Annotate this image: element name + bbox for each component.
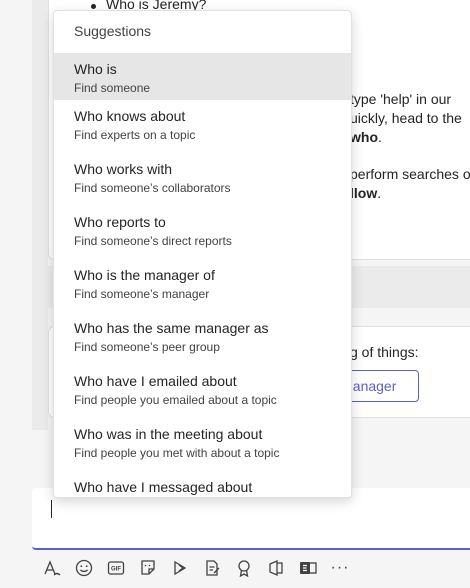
suggestion-subtitle: Find someone’s direct reports — [74, 234, 232, 248]
loop-icon[interactable] — [196, 556, 228, 580]
more-label: ··· — [330, 559, 350, 576]
suggestion-title: Who was in the meeting about — [74, 426, 263, 442]
suggestion-subtitle: Find people you met with about a topic — [74, 446, 280, 460]
format-icon[interactable] — [36, 556, 68, 580]
suggestion-title: Who has the same manager as — [74, 320, 269, 336]
schedule-meeting-icon[interactable] — [164, 556, 196, 580]
suggestion-same-manager[interactable]: Who has the same manager as Find someone… — [54, 312, 351, 365]
emoji-icon[interactable] — [68, 556, 100, 580]
suggestion-title: Who have I messaged about — [74, 479, 253, 495]
message-line-5: llow. — [350, 185, 382, 201]
suggestion-subtitle: Find someone — [74, 81, 151, 95]
suggestion-subtitle: Find people you emailed about a topic — [74, 393, 277, 407]
gif-icon[interactable]: GIF — [100, 556, 132, 580]
gif-label: GIF — [111, 567, 121, 573]
message-line-1: type 'help' in our — [350, 91, 452, 107]
suggestion-title: Who have I emailed about — [74, 373, 237, 389]
suggestion-title: Who is the manager of — [74, 267, 215, 283]
suggestion-title: Who works with — [74, 161, 173, 177]
suggestion-subtitle: Find someone’s collaborators — [74, 181, 231, 195]
suggestion-who-is[interactable]: Who is Find someone — [54, 53, 351, 100]
more-icon[interactable]: ··· — [324, 556, 356, 580]
message-line-2: uickly, head to the — [350, 110, 462, 126]
card-text: g of things: — [350, 344, 419, 360]
suggestion-who-is-manager-of[interactable]: Who is the manager of Find someone’s man… — [54, 259, 351, 312]
suggestion-who-reports-to[interactable]: Who reports to Find someone’s direct rep… — [54, 206, 351, 259]
suggestions-header: Suggestions — [74, 23, 152, 39]
text-caret — [51, 500, 52, 518]
suggestion-title: Who reports to — [74, 214, 166, 230]
chat-left-edge — [32, 0, 48, 430]
suggestion-title: Who knows about — [74, 108, 186, 124]
message-line-3: who. — [350, 129, 382, 145]
suggestion-meeting-about[interactable]: Who was in the meeting about Find people… — [54, 418, 351, 471]
sticker-icon[interactable] — [132, 556, 164, 580]
suggestion-subtitle: Find experts on a topic — [74, 128, 196, 142]
suggestion-subtitle: Find someone’s peer group — [74, 340, 220, 354]
suggestion-messaged-about[interactable]: Who have I messaged about — [54, 471, 351, 497]
suggestion-title: Who is — [74, 61, 117, 77]
onenote-icon[interactable] — [260, 556, 292, 580]
forms-icon[interactable] — [292, 556, 324, 580]
message-line-4: perform searches o — [350, 166, 470, 182]
suggestion-who-knows-about[interactable]: Who knows about Find experts on a topic — [54, 100, 351, 153]
bullet-dot — [91, 4, 96, 9]
suggestion-emailed-about[interactable]: Who have I emailed about Find people you… — [54, 365, 351, 418]
compose-toolbar: GIF ··· — [36, 556, 356, 580]
suggestion-who-works-with[interactable]: Who works with Find someone’s collaborat… — [54, 153, 351, 206]
suggestion-subtitle: Find someone’s manager — [74, 287, 210, 301]
suggestions-dropdown: Suggestions Who is Find someone Who know… — [53, 10, 352, 498]
praise-icon[interactable] — [228, 556, 260, 580]
